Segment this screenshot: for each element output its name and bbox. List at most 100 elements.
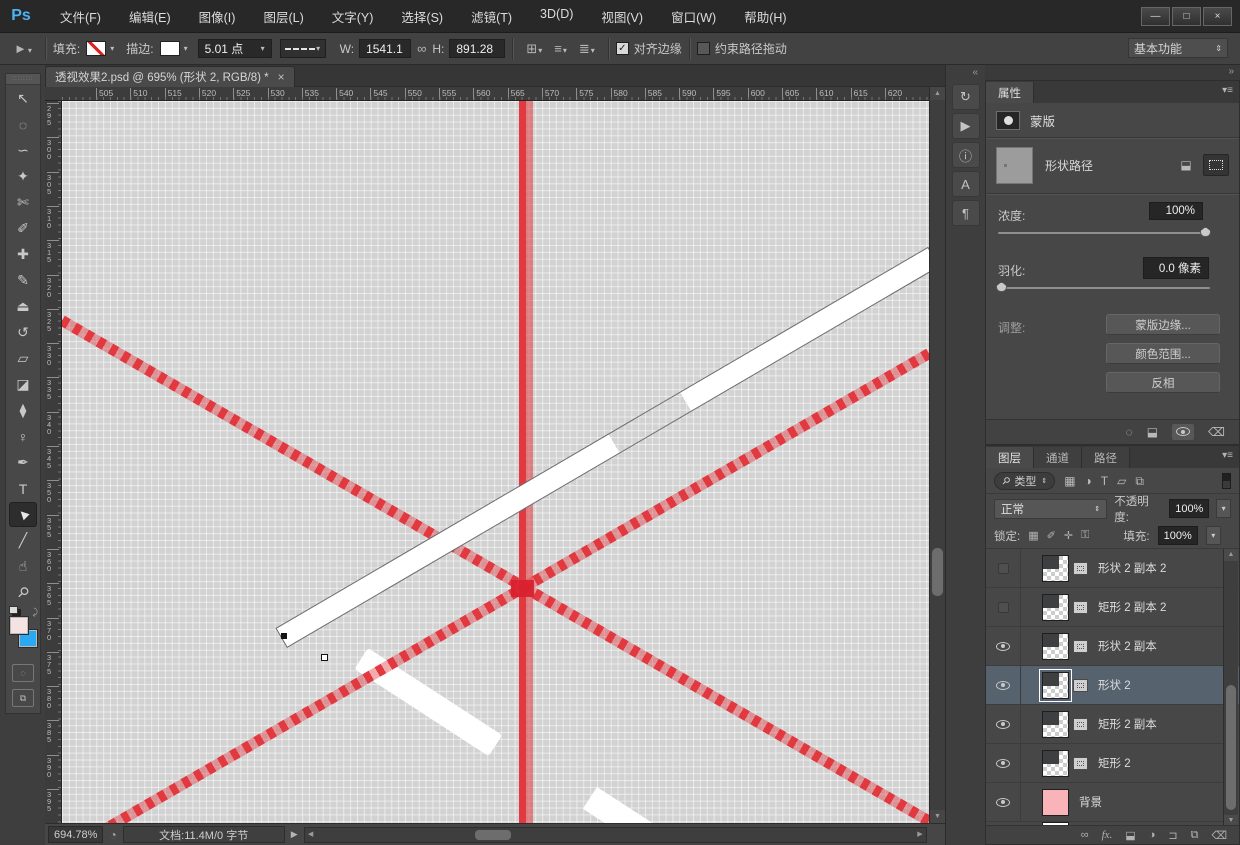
marquee-tool[interactable]: ◌ [9,112,37,137]
close-button[interactable]: × [1203,7,1232,26]
quick-mask-button[interactable]: ◌ [12,664,34,682]
color-range-button[interactable]: 颜色范围... [1106,343,1220,364]
add-layer-mask-icon[interactable]: ⬓ [1125,829,1135,842]
stroke-type-dropdown[interactable]: ▾ [279,39,326,58]
move-tool[interactable]: ↖ [9,86,37,111]
layer-name[interactable]: 形状 2 副本 [1098,638,1157,654]
lock-transparency-icon[interactable]: ▦ [1028,529,1038,542]
stroke-dropdown-icon[interactable]: ▾ [184,44,188,53]
tab-channels[interactable]: 通道 [1034,447,1082,468]
layer-thumbnail[interactable] [1042,632,1069,660]
vector-mask-icon[interactable] [1203,154,1229,176]
shape-rectangle-2-copy[interactable] [354,648,503,757]
filter-adjustment-layers-icon[interactable]: ◑ [1085,474,1092,488]
visibility-toggle[interactable] [986,705,1021,743]
menu-item-type[interactable]: 文字(Y) [320,3,386,30]
layer-thumbnail[interactable] [1042,593,1069,621]
layer-row-background[interactable]: 背景 [986,783,1239,822]
dodge-tool[interactable]: ♀ [9,424,37,449]
layer-name[interactable]: 形状 2 副本 2 [1098,560,1166,576]
mask-edge-button[interactable]: 蒙版边缘... [1106,314,1220,335]
filter-kind-dropdown[interactable]: ⚲ 类型 ⇕ [994,472,1056,490]
scroll-right-icon[interactable]: ▶ [914,828,926,842]
load-selection-icon[interactable]: ◌ [1126,425,1133,439]
visibility-toggle[interactable] [986,588,1021,626]
swap-colors-icon[interactable]: ⤸ [33,607,38,618]
crop-tool[interactable]: ✄ [9,190,37,215]
delete-layer-trash-icon[interactable]: ⌫ [1211,829,1227,842]
scroll-up-icon[interactable]: ▲ [930,87,945,100]
layer-row-rect-2-copy[interactable]: 矩形 2 副本 [986,705,1239,744]
lock-all-icon[interactable]: ⚿ [1081,529,1089,542]
fill-dropdown-icon[interactable]: ▾ [1205,526,1221,545]
horizontal-ruler[interactable]: 505 510 515 520 525 530 535 540 545 550 555 560 565 5… [45,87,929,101]
layer-name[interactable]: 形状 2 [1098,677,1131,693]
menu-item-3d[interactable]: 3D(D) [528,3,585,30]
workspace-switcher[interactable]: 基本功能 ⇕ [1128,38,1228,58]
link-wh-icon[interactable]: ∞ [417,41,426,56]
horizontal-scrollbar[interactable]: ◀ ▶ [303,826,927,843]
shape-rectangle-2[interactable] [582,787,675,823]
lasso-tool[interactable]: ∽ [9,138,37,163]
blend-mode-dropdown[interactable]: 正常 ⇕ [994,498,1108,519]
new-layer-icon[interactable]: ⧉ [1191,829,1199,842]
fill-swatch[interactable] [86,41,107,56]
stroke-size-field[interactable]: 5.01 点 ▾ [197,39,272,58]
enable-mask-eye-icon[interactable] [1172,424,1195,440]
constrain-path-checkbox[interactable] [696,42,710,55]
layer-thumbnail[interactable] [1042,710,1069,738]
collapse-panels-icon[interactable]: » [1228,66,1234,77]
apply-mask-icon[interactable]: ⬓ [1147,425,1158,439]
info-panel-icon[interactable]: ⓘ [951,142,980,168]
path-alignment-icon[interactable]: ≡▾ [554,41,567,56]
density-slider-thumb[interactable] [1200,227,1211,237]
pen-tool[interactable]: ✒ [9,450,37,475]
height-field[interactable]: 891.28 [449,39,506,58]
layer-thumbnail[interactable] [1042,554,1069,582]
canvas[interactable] [62,101,929,823]
screen-mode-button[interactable]: ⧉ [12,689,34,707]
layer-name[interactable]: 背景 [1079,794,1102,810]
align-edges-checkbox[interactable]: ✓ [615,42,629,55]
visibility-toggle[interactable] [986,744,1021,782]
layer-thumbnail[interactable] [1039,668,1072,702]
vertical-scrollbar[interactable]: ▲ ▼ [929,87,945,823]
healing-brush-tool[interactable]: ✚ [9,242,37,267]
blur-tool[interactable]: ⧫ [9,398,37,423]
feather-slider-thumb[interactable] [996,282,1007,292]
tab-close-icon[interactable]: × [278,70,285,84]
visibility-toggle[interactable] [986,783,1021,821]
filter-smart-objects-icon[interactable]: ⧉ [1135,474,1144,489]
menu-item-file[interactable]: 文件(F) [48,3,113,30]
fill-value[interactable]: 100% [1157,526,1198,545]
type-tool[interactable]: T [9,476,37,501]
brush-tool[interactable]: ✎ [9,268,37,293]
layer-row-shape-2-copy-2[interactable]: 形状 2 副本 2 [986,549,1239,588]
scroll-down-icon[interactable]: ▼ [930,810,945,823]
filter-type-layers-icon[interactable]: T [1101,474,1108,488]
filter-shape-layers-icon[interactable]: ▱ [1117,474,1126,488]
tool-preset-icon[interactable]: ►▾ [14,41,32,56]
new-group-folder-icon[interactable]: ⊐ [1168,829,1177,842]
vertical-scroll-thumb[interactable] [932,548,943,596]
vertical-ruler[interactable]: 2 9 5 3 0 0 3 0 5 3 1 0 3 1 5 3 2 0 3 2 5 3 3 0… [45,101,62,823]
opacity-value[interactable]: 100% [1169,499,1210,518]
path-selection-tool[interactable]: ► [9,502,37,527]
menu-item-image[interactable]: 图像(I) [187,3,248,30]
opacity-dropdown-icon[interactable]: ▾ [1216,499,1231,518]
path-arrangement-icon[interactable]: ≣▾ [579,41,595,57]
feather-slider[interactable] [996,282,1210,292]
layer-row-shape-2-copy[interactable]: 形状 2 副本 [986,627,1239,666]
menu-item-filter[interactable]: 滤镜(T) [459,3,524,30]
eraser-tool[interactable]: ▱ [9,346,37,371]
density-value[interactable]: 100% [1149,202,1203,220]
layer-name[interactable]: 矩形 2 副本 [1098,716,1157,732]
layer-thumbnail[interactable] [1042,788,1069,816]
lock-pixels-icon[interactable]: ✐ [1047,529,1056,542]
layers-scrollbar[interactable]: ▲ ▼ [1223,549,1238,827]
width-field[interactable]: 1541.1 [359,39,412,58]
tab-paths[interactable]: 路径 [1082,447,1130,468]
lock-position-icon[interactable]: ✛ [1064,529,1073,542]
visibility-toggle[interactable] [986,627,1021,665]
fill-dropdown-icon[interactable]: ▾ [110,44,114,53]
